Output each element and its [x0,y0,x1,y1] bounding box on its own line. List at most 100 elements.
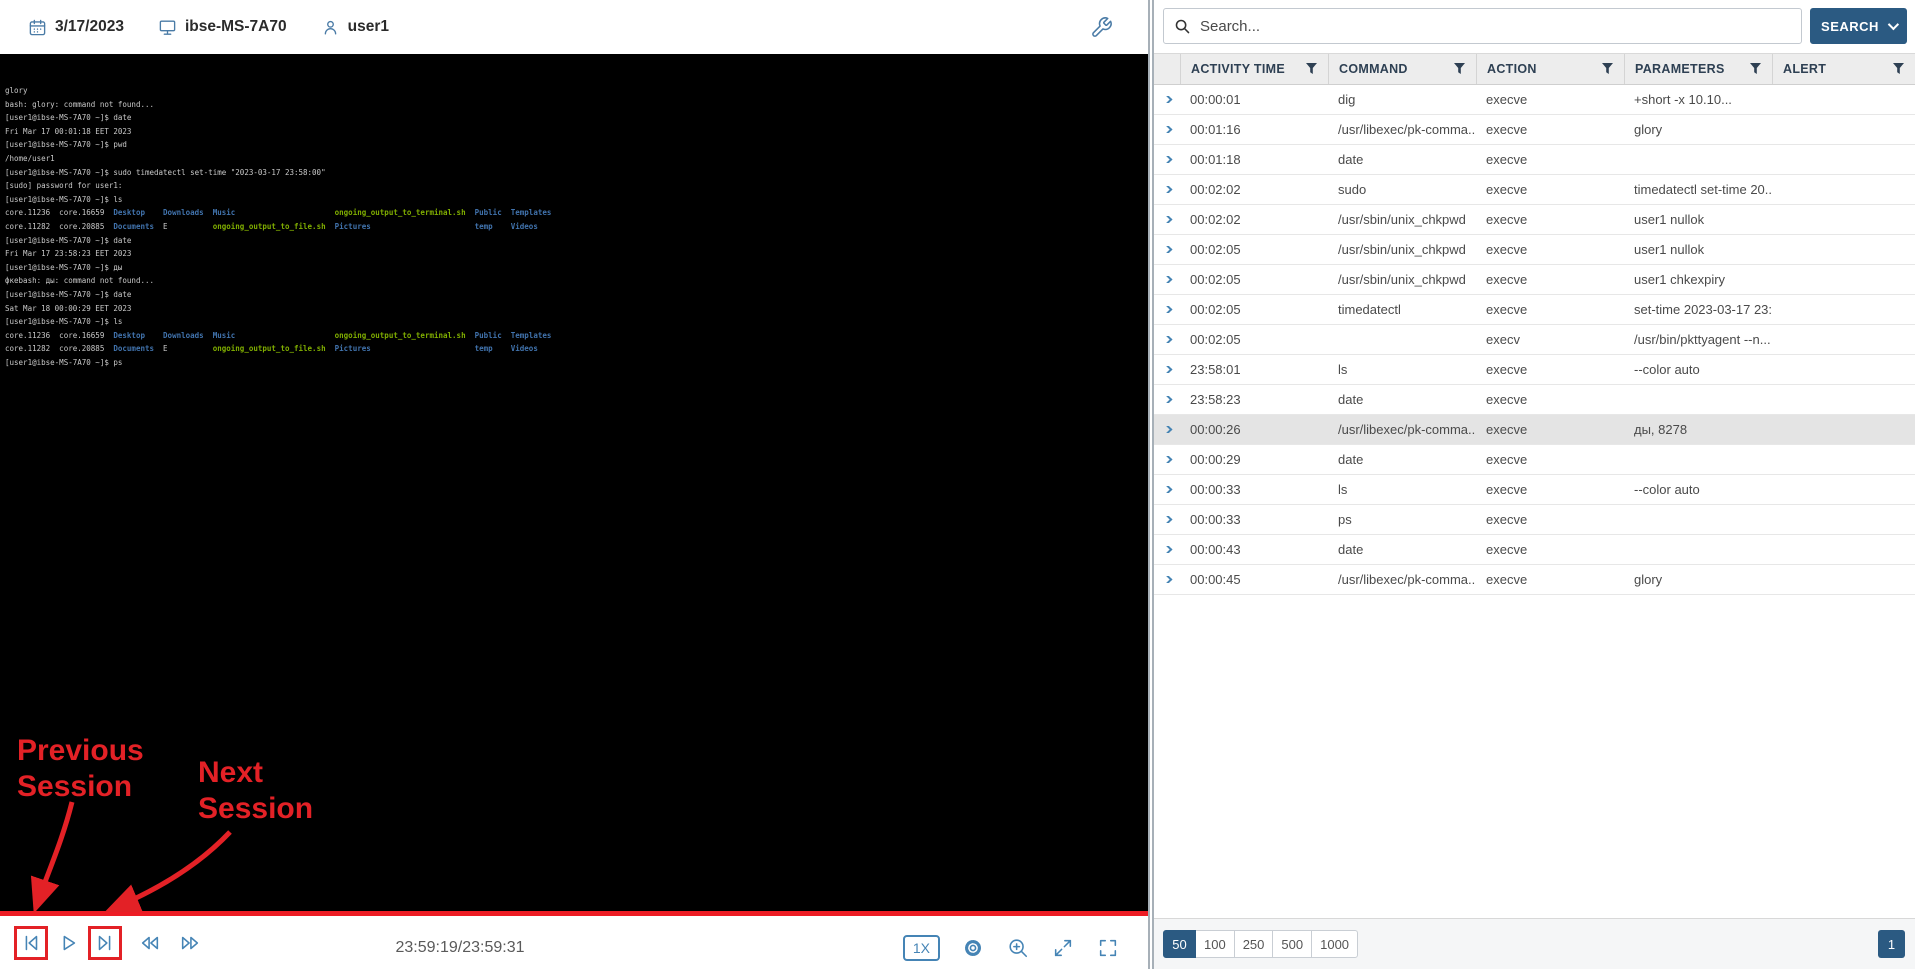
page-size-50[interactable]: 50 [1163,930,1196,958]
cell-command: timedatectl [1328,302,1476,317]
terminal-line: core.11236 core.16659 Desktop Downloads … [5,206,1148,220]
cell-time: 00:02:05 [1180,332,1328,347]
table-row[interactable]: 23:58:01lsexecve--color auto [1154,355,1915,385]
session-date-label: 3/17/2023 [55,18,124,36]
table-row[interactable]: 00:00:26/usr/libexec/pk-comma...execveды… [1154,415,1915,445]
table-row[interactable]: 00:02:02sudoexecvetimedatectl set-time 2… [1154,175,1915,205]
row-expand-chevron-icon[interactable] [1154,546,1180,553]
table-row[interactable]: 00:02:05/usr/sbin/unix_chkpwdexecveuser1… [1154,265,1915,295]
table-row[interactable]: 00:00:29dateexecve [1154,445,1915,475]
search-button-label: SEARCH [1821,19,1879,34]
row-expand-chevron-icon[interactable] [1154,486,1180,493]
cell-time: 00:00:33 [1180,512,1328,527]
header-activity-time[interactable]: ACTIVITY TIME [1180,54,1328,84]
search-box [1163,8,1802,44]
table-row[interactable]: 00:01:18dateexecve [1154,145,1915,175]
row-expand-chevron-icon[interactable] [1154,96,1180,103]
cell-time: 00:02:02 [1180,212,1328,227]
terminal-line: Fri Mar 17 23:58:23 EET 2023 [5,247,1148,261]
table-row[interactable]: 00:00:33psexecve [1154,505,1915,535]
terminal-line: [user1@ibse-MS-7A70 ~]$ sudo timedatectl… [5,166,1148,180]
header-alert[interactable]: ALERT [1772,54,1915,84]
page-size-100[interactable]: 100 [1195,930,1235,958]
cell-parameters: glory [1624,572,1772,587]
row-expand-chevron-icon[interactable] [1154,186,1180,193]
table-row[interactable]: 00:02:05timedatectlexecveset-time 2023-0… [1154,295,1915,325]
search-button[interactable]: SEARCH [1810,8,1907,44]
table-row[interactable]: 00:00:01digexecve+short -x 10.10... [1154,85,1915,115]
cell-time: 00:02:05 [1180,302,1328,317]
next-session-highlight-box [88,926,122,960]
wrench-icon[interactable] [1090,16,1113,39]
play-button[interactable] [56,931,80,955]
terminal-line: [user1@ibse-MS-7A70 ~]$ date [5,234,1148,248]
page-number-button[interactable]: 1 [1878,930,1905,958]
terminal-line: [user1@ibse-MS-7A70 ~]$ date [5,111,1148,125]
cell-time: 00:02:05 [1180,272,1328,287]
search-row: SEARCH [1154,0,1915,44]
table-row[interactable]: 00:01:16/usr/libexec/pk-comma...execvegl… [1154,115,1915,145]
cell-action: execve [1476,122,1624,137]
table-row[interactable]: 00:02:05execv/usr/bin/pkttyagent --n... [1154,325,1915,355]
playback-speed-button[interactable]: 1X [903,935,940,961]
table-row[interactable]: 00:02:05/usr/sbin/unix_chkpwdexecveuser1… [1154,235,1915,265]
table-row[interactable]: 23:58:23dateexecve [1154,385,1915,415]
fullscreen-icon[interactable] [1096,936,1120,960]
row-expand-chevron-icon[interactable] [1154,366,1180,373]
filter-funnel-icon[interactable] [1602,63,1614,75]
row-expand-chevron-icon[interactable] [1154,276,1180,283]
header-action[interactable]: ACTION [1476,54,1624,84]
rewind-button[interactable] [138,931,162,955]
row-expand-chevron-icon[interactable] [1154,576,1180,583]
filter-funnel-icon[interactable] [1306,63,1318,75]
table-row[interactable]: 00:02:02/usr/sbin/unix_chkpwdexecveuser1… [1154,205,1915,235]
cell-command: sudo [1328,182,1476,197]
cell-command: date [1328,452,1476,467]
row-expand-chevron-icon[interactable] [1154,126,1180,133]
row-expand-chevron-icon[interactable] [1154,456,1180,463]
cell-command: /usr/sbin/unix_chkpwd [1328,272,1476,287]
row-expand-chevron-icon[interactable] [1154,516,1180,523]
fast-forward-button[interactable] [178,931,202,955]
gear-icon[interactable] [961,936,985,960]
page-size-500[interactable]: 500 [1272,930,1312,958]
row-expand-chevron-icon[interactable] [1154,156,1180,163]
row-expand-chevron-icon[interactable] [1154,246,1180,253]
header-parameters[interactable]: PARAMETERS [1624,54,1772,84]
row-expand-chevron-icon[interactable] [1154,426,1180,433]
terminal-playback-screen[interactable]: glorybash: glory: command not found...[u… [0,54,1148,911]
table-row[interactable]: 00:00:43dateexecve [1154,535,1915,565]
filter-funnel-icon[interactable] [1750,63,1762,75]
cell-command: /usr/sbin/unix_chkpwd [1328,242,1476,257]
row-expand-chevron-icon[interactable] [1154,336,1180,343]
cell-time: 00:00:45 [1180,572,1328,587]
table-row[interactable]: 00:00:45/usr/libexec/pk-comma...execvegl… [1154,565,1915,595]
page-size-1000[interactable]: 1000 [1311,930,1358,958]
cell-action: execve [1476,542,1624,557]
filter-funnel-icon[interactable] [1454,63,1466,75]
user-icon [321,18,340,37]
table-row[interactable]: 00:00:33lsexecve--color auto [1154,475,1915,505]
chevron-down-icon [1888,19,1899,30]
search-input[interactable] [1200,18,1791,35]
header-command[interactable]: COMMAND [1328,54,1476,84]
cell-action: execve [1476,212,1624,227]
terminal-line: /home/user1 [5,152,1148,166]
filter-funnel-icon[interactable] [1893,63,1905,75]
page-size-250[interactable]: 250 [1234,930,1274,958]
row-expand-chevron-icon[interactable] [1154,216,1180,223]
cell-parameters: user1 nullok [1624,212,1772,227]
row-expand-chevron-icon[interactable] [1154,396,1180,403]
cell-time: 00:00:33 [1180,482,1328,497]
session-info-header: 3/17/2023 ibse-MS-7A70 user1 [0,0,1148,54]
next-session-button[interactable] [93,931,117,955]
previous-session-annotation: Previous Session [17,733,144,805]
expand-icon[interactable] [1051,936,1075,960]
zoom-in-icon[interactable] [1006,936,1030,960]
playback-control-bar: 23:59:19/23:59:31 1X [0,911,1148,969]
previous-session-button[interactable] [19,931,43,955]
cell-command: /usr/libexec/pk-comma... [1328,422,1476,437]
page-size-group: 501002505001000 [1163,930,1358,958]
cell-parameters: ды, 8278 [1624,422,1772,437]
row-expand-chevron-icon[interactable] [1154,306,1180,313]
